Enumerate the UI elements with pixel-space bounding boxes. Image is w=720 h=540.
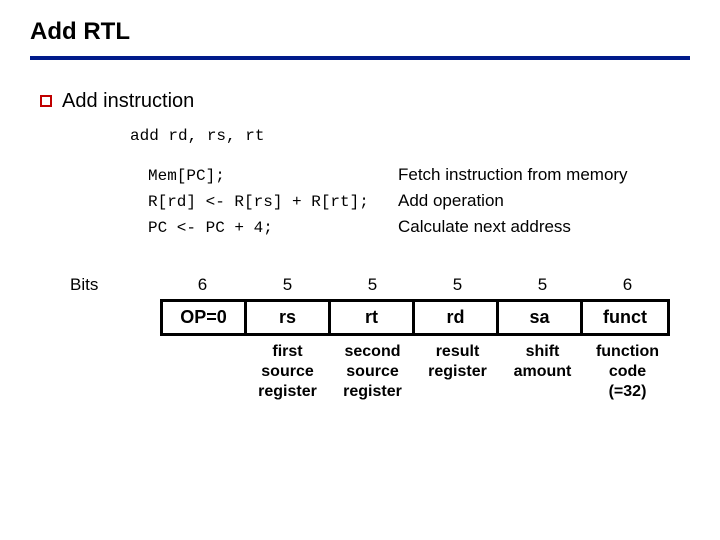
field-name: funct xyxy=(583,302,667,333)
bits-cell: 6 xyxy=(585,271,670,299)
bits-cell: 5 xyxy=(245,271,330,299)
field-name: rd xyxy=(415,302,499,333)
field-name: OP=0 xyxy=(163,302,247,333)
rtl-block: Mem[PC]; Fetch instruction from memory R… xyxy=(148,165,690,237)
title-rule xyxy=(30,56,690,60)
bits-cell: 5 xyxy=(415,271,500,299)
bullet-icon xyxy=(40,95,52,107)
rtl-desc: Fetch instruction from memory xyxy=(398,165,628,185)
rtl-row: PC <- PC + 4; Calculate next address xyxy=(148,217,690,237)
field-desc: secondsourceregister xyxy=(330,342,415,402)
rtl-row: Mem[PC]; Fetch instruction from memory xyxy=(148,165,690,185)
rtl-code: PC <- PC + 4; xyxy=(148,219,398,237)
rtl-code: R[rd] <- R[rs] + R[rt]; xyxy=(148,193,398,211)
field-desc: resultregister xyxy=(415,342,500,382)
fields-row: OP=0 rs rt rd sa funct xyxy=(160,299,670,336)
rtl-desc: Calculate next address xyxy=(398,217,571,237)
bits-label: Bits xyxy=(70,275,160,295)
rtl-row: R[rd] <- R[rs] + R[rt]; Add operation xyxy=(148,191,690,211)
field-name: sa xyxy=(499,302,583,333)
field-name: rs xyxy=(247,302,331,333)
desc-row: firstsourceregister secondsourceregister… xyxy=(70,342,690,402)
section-header: Add instruction xyxy=(40,90,690,113)
field-desc: shiftamount xyxy=(500,342,585,382)
instruction-format: Bits 6 5 5 5 5 6 OP=0 rs rt rd sa funct … xyxy=(70,271,690,402)
slide-title: Add RTL xyxy=(30,18,690,46)
field-desc: functioncode(=32) xyxy=(585,342,670,402)
instruction-syntax: add rd, rs, rt xyxy=(130,127,690,145)
bits-cell: 5 xyxy=(330,271,415,299)
rtl-code: Mem[PC]; xyxy=(148,167,398,185)
section-heading: Add instruction xyxy=(62,90,194,113)
field-name: rt xyxy=(331,302,415,333)
bits-row: Bits 6 5 5 5 5 6 xyxy=(70,271,690,299)
bits-cell: 6 xyxy=(160,271,245,299)
field-desc: firstsourceregister xyxy=(245,342,330,402)
bits-cell: 5 xyxy=(500,271,585,299)
rtl-desc: Add operation xyxy=(398,191,504,211)
